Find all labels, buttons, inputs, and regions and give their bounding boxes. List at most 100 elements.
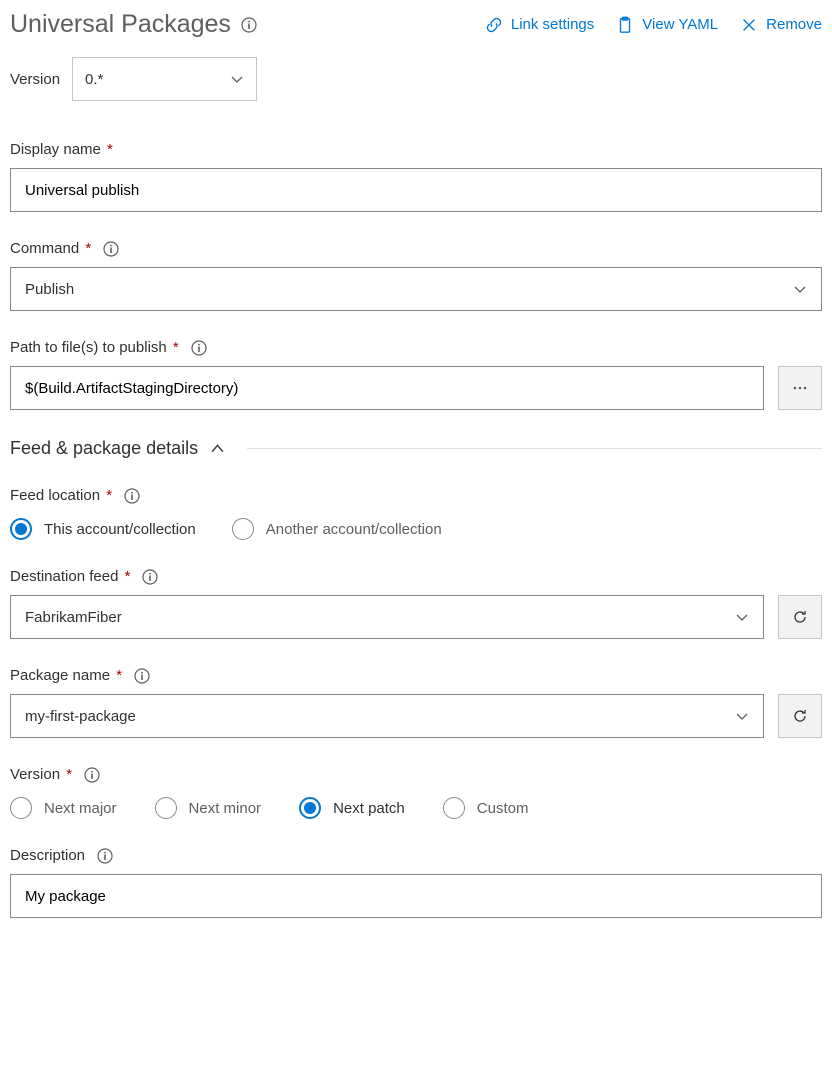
- link-settings-label: Link settings: [511, 16, 594, 33]
- radio-next-minor[interactable]: Next minor: [155, 797, 262, 819]
- required-marker: *: [103, 141, 113, 158]
- feed-location-radios: This account/collection Another account/…: [10, 518, 822, 540]
- command-select[interactable]: Publish: [10, 267, 822, 311]
- version-value: 0.*: [85, 71, 103, 88]
- radio-label: Next minor: [189, 800, 262, 817]
- pkg-version-field: Version * Next major Next minor Next pat…: [10, 766, 822, 819]
- package-name-select[interactable]: my-first-package: [10, 694, 764, 738]
- info-icon[interactable]: [84, 767, 100, 783]
- refresh-button[interactable]: [778, 694, 822, 738]
- radio-custom[interactable]: Custom: [443, 797, 529, 819]
- dest-feed-field: Destination feed * FabrikamFiber: [10, 568, 822, 639]
- info-icon[interactable]: [134, 668, 150, 684]
- radio-icon: [299, 797, 321, 819]
- description-label-row: Description: [10, 847, 822, 864]
- radio-label: Next major: [44, 800, 117, 817]
- radio-icon: [10, 518, 32, 540]
- required-marker: *: [81, 240, 91, 257]
- package-name-value: my-first-package: [25, 708, 136, 725]
- path-input-row: [10, 366, 822, 410]
- path-label: Path to file(s) to publish: [10, 339, 167, 356]
- more-icon: [792, 380, 808, 396]
- radio-icon: [232, 518, 254, 540]
- chevron-down-icon: [793, 282, 807, 296]
- browse-button[interactable]: [778, 366, 822, 410]
- description-label: Description: [10, 847, 85, 864]
- display-name-field: Display name *: [10, 141, 822, 212]
- refresh-icon: [792, 609, 808, 625]
- dest-feed-label-row: Destination feed *: [10, 568, 822, 585]
- required-marker: *: [112, 667, 122, 684]
- required-marker: *: [120, 568, 130, 585]
- pkg-version-label: Version: [10, 766, 60, 783]
- refresh-icon: [792, 708, 808, 724]
- dest-feed-row: FabrikamFiber: [10, 595, 822, 639]
- clipboard-icon: [616, 16, 634, 34]
- display-name-label: Display name: [10, 141, 101, 158]
- version-select[interactable]: 0.*: [72, 57, 257, 101]
- radio-next-patch[interactable]: Next patch: [299, 797, 405, 819]
- divider: [247, 448, 822, 449]
- required-marker: *: [102, 487, 112, 504]
- path-input[interactable]: [10, 366, 764, 410]
- remove-label: Remove: [766, 16, 822, 33]
- info-icon[interactable]: [124, 488, 140, 504]
- info-icon[interactable]: [191, 340, 207, 356]
- dest-feed-value: FabrikamFiber: [25, 609, 122, 626]
- package-name-label-row: Package name *: [10, 667, 822, 684]
- display-name-input[interactable]: [10, 168, 822, 212]
- path-label-row: Path to file(s) to publish *: [10, 339, 822, 356]
- description-input[interactable]: [10, 874, 822, 918]
- link-settings-button[interactable]: Link settings: [485, 16, 594, 34]
- chevron-up-icon: [210, 441, 225, 456]
- command-label: Command: [10, 240, 79, 257]
- pkg-version-label-row: Version *: [10, 766, 822, 783]
- radio-icon: [155, 797, 177, 819]
- remove-button[interactable]: Remove: [740, 16, 822, 34]
- view-yaml-label: View YAML: [642, 16, 718, 33]
- refresh-button[interactable]: [778, 595, 822, 639]
- view-yaml-button[interactable]: View YAML: [616, 16, 718, 34]
- required-marker: *: [62, 766, 72, 783]
- link-icon: [485, 16, 503, 34]
- feed-pkg-section-header[interactable]: Feed & package details: [10, 438, 822, 459]
- section-title: Feed & package details: [10, 438, 198, 459]
- display-name-label-row: Display name *: [10, 141, 822, 158]
- required-marker: *: [169, 339, 179, 356]
- feed-location-field: Feed location * This account/collection …: [10, 487, 822, 540]
- page-title: Universal Packages: [10, 10, 231, 39]
- chevron-down-icon: [230, 72, 244, 86]
- close-icon: [740, 16, 758, 34]
- dest-feed-select[interactable]: FabrikamFiber: [10, 595, 764, 639]
- chevron-down-icon: [735, 709, 749, 723]
- radio-next-major[interactable]: Next major: [10, 797, 117, 819]
- radio-icon: [10, 797, 32, 819]
- command-value: Publish: [25, 281, 74, 298]
- info-icon[interactable]: [103, 241, 119, 257]
- dest-feed-label: Destination feed: [10, 568, 118, 585]
- package-name-row: my-first-package: [10, 694, 822, 738]
- version-label: Version: [10, 71, 60, 88]
- version-row: Version 0.*: [10, 57, 822, 101]
- info-icon[interactable]: [97, 848, 113, 864]
- chevron-down-icon: [735, 610, 749, 624]
- info-icon[interactable]: [142, 569, 158, 585]
- package-name-label: Package name: [10, 667, 110, 684]
- path-field: Path to file(s) to publish *: [10, 339, 822, 410]
- task-header: Universal Packages Link settings View YA…: [10, 10, 822, 39]
- feed-location-label: Feed location: [10, 487, 100, 504]
- pkg-version-radios: Next major Next minor Next patch Custom: [10, 797, 822, 819]
- radio-label: Custom: [477, 800, 529, 817]
- header-actions: Link settings View YAML Remove: [485, 16, 822, 34]
- command-label-row: Command *: [10, 240, 822, 257]
- radio-label: This account/collection: [44, 521, 196, 538]
- info-icon[interactable]: [241, 17, 257, 33]
- description-field: Description: [10, 847, 822, 918]
- radio-another-account[interactable]: Another account/collection: [232, 518, 442, 540]
- feed-location-label-row: Feed location *: [10, 487, 822, 504]
- radio-icon: [443, 797, 465, 819]
- radio-this-account[interactable]: This account/collection: [10, 518, 196, 540]
- radio-label: Next patch: [333, 800, 405, 817]
- radio-label: Another account/collection: [266, 521, 442, 538]
- package-name-field: Package name * my-first-package: [10, 667, 822, 738]
